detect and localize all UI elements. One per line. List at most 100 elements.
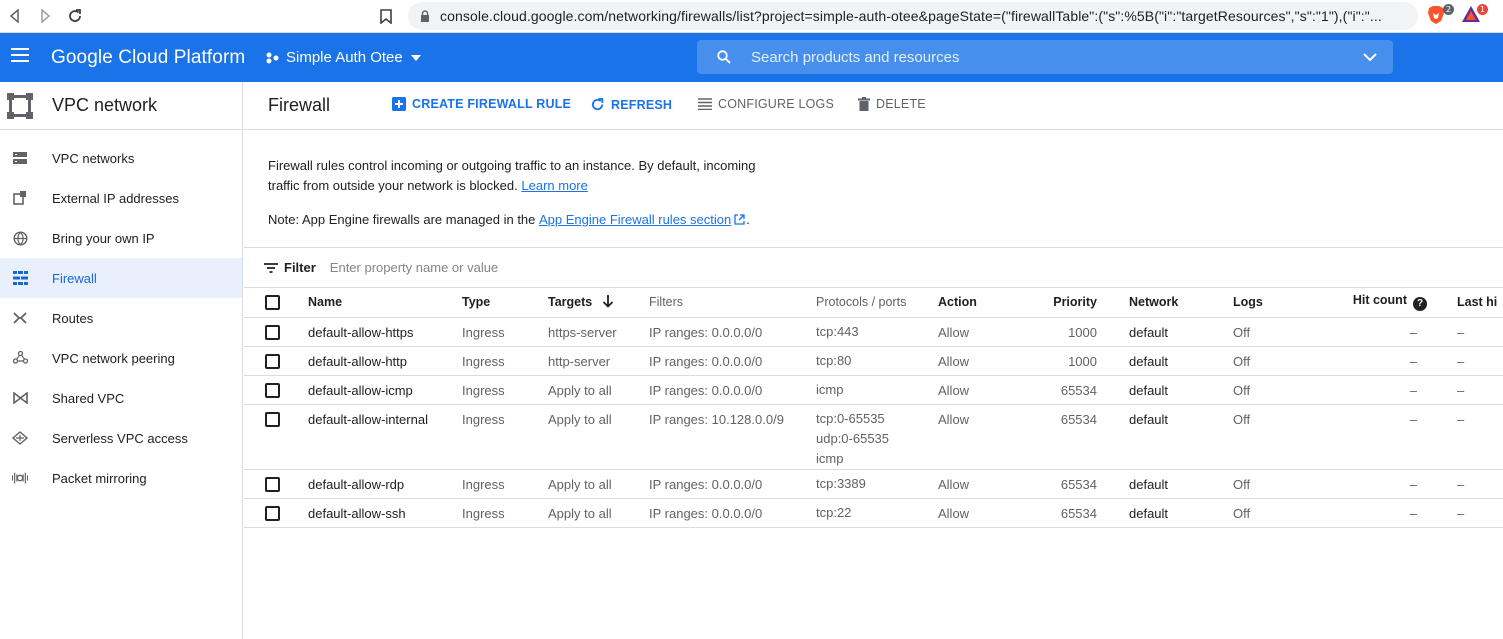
chevron-down-icon[interactable] (1363, 52, 1377, 62)
column-last-hit[interactable]: Last hi (1447, 288, 1503, 318)
sidebar-item-firewall[interactable]: Firewall (0, 258, 242, 298)
sidebar-item-routes[interactable]: Routes (0, 298, 242, 338)
brand-title[interactable]: Google Cloud Platform (51, 47, 245, 69)
address-bar[interactable]: console.cloud.google.com/networking/fire… (408, 2, 1418, 30)
column-logs[interactable]: Logs (1233, 288, 1337, 318)
table-row[interactable]: default-allow-http Ingress http-server I… (244, 346, 1503, 376)
filter-input[interactable]: Enter property name or value (330, 260, 498, 275)
row-checkbox[interactable] (265, 382, 280, 398)
shared-vpc-icon (12, 390, 28, 406)
sidebar-item-vpc-networks[interactable]: VPC networks (0, 138, 242, 178)
app-engine-note: Note: App Engine firewalls are managed i… (268, 212, 750, 227)
protocol-port: tcp:22 (816, 504, 852, 520)
rule-name[interactable]: default-allow-https (308, 317, 462, 347)
bookmark-button[interactable] (376, 6, 396, 26)
configure-logs-button[interactable]: CONFIGURE LOGS (698, 97, 834, 111)
column-type[interactable]: Type (462, 288, 548, 318)
rule-action: Allow (938, 469, 1012, 499)
brave-rewards-button[interactable]: 1 (1461, 4, 1488, 27)
table-row[interactable]: default-allow-ssh Ingress Apply to all I… (244, 498, 1503, 528)
column-name[interactable]: Name (308, 288, 462, 318)
column-filters[interactable]: Filters (649, 288, 816, 318)
search-input[interactable]: Search products and resources (751, 49, 1363, 66)
column-priority[interactable]: Priority (1012, 288, 1129, 318)
rule-hit-count: – (1337, 498, 1447, 528)
rule-name[interactable]: default-allow-icmp (308, 375, 462, 405)
rule-network[interactable]: default (1129, 498, 1233, 528)
row-checkbox[interactable] (265, 353, 280, 369)
table-row[interactable]: default-allow-internal Ingress Apply to … (244, 404, 1503, 470)
row-checkbox[interactable] (265, 324, 280, 340)
column-hit-count-label: Hit count (1352, 293, 1407, 308)
rule-network[interactable]: default (1129, 375, 1233, 405)
select-all-checkbox[interactable] (265, 294, 280, 310)
sidebar-item-packet-mirroring[interactable]: Packet mirroring (0, 458, 242, 498)
project-selector[interactable]: Simple Auth Otee (266, 49, 421, 66)
rule-logs: Off (1233, 498, 1337, 528)
sidebar-title: VPC network (52, 95, 158, 115)
sidebar-item-shared-vpc[interactable]: Shared VPC (0, 378, 242, 418)
rule-name[interactable]: default-allow-ssh (308, 498, 462, 528)
rule-priority: 65534 (1012, 375, 1129, 405)
column-action[interactable]: Action (938, 288, 1012, 318)
reload-button[interactable] (60, 1, 90, 31)
rule-network[interactable]: default (1129, 317, 1233, 347)
rule-name[interactable]: default-allow-internal (308, 404, 462, 470)
rule-type: Ingress (462, 404, 548, 470)
packet-mirroring-icon (12, 470, 28, 486)
rule-network[interactable]: default (1129, 346, 1233, 376)
note-suffix: . (746, 212, 750, 227)
menu-icon[interactable] (11, 48, 29, 66)
row-checkbox[interactable] (265, 476, 280, 492)
rule-logs: Off (1233, 469, 1337, 499)
rule-network[interactable]: default (1129, 404, 1233, 470)
configure-logs-label: CONFIGURE LOGS (718, 97, 835, 111)
column-network[interactable]: Network (1129, 288, 1233, 318)
rule-priority: 1000 (1012, 346, 1129, 376)
table-row[interactable]: default-allow-icmp Ingress Apply to all … (244, 375, 1503, 405)
protocol-port: tcp:80 (816, 352, 852, 368)
sidebar-item-label: Shared VPC (52, 390, 125, 406)
rule-network[interactable]: default (1129, 469, 1233, 499)
rule-action: Allow (938, 317, 1012, 347)
protocol-port: icmp (816, 381, 844, 397)
help-icon[interactable]: ? (1413, 297, 1427, 312)
search-bar[interactable]: Search products and resources (697, 40, 1393, 74)
rule-action: Allow (938, 498, 1012, 528)
add-box-icon (392, 97, 406, 111)
table-row[interactable]: default-allow-rdp Ingress Apply to all I… (244, 469, 1503, 499)
rewards-badge: 1 (1477, 4, 1488, 15)
protocol-port: icmp (816, 450, 844, 466)
sidebar-item-external-ip[interactable]: External IP addresses (0, 178, 242, 218)
create-firewall-rule-button[interactable]: CREATE FIREWALL RULE (392, 97, 571, 111)
learn-more-link[interactable]: Learn more (521, 178, 587, 193)
row-checkbox[interactable] (265, 505, 280, 521)
app-engine-firewall-link[interactable]: App Engine Firewall rules section (539, 212, 731, 227)
sidebar-item-peering[interactable]: VPC network peering (0, 338, 242, 378)
brave-shield-button[interactable]: 2 (1427, 4, 1454, 27)
delete-button[interactable]: DELETE (858, 97, 926, 111)
rule-priority: 65534 (1012, 404, 1129, 470)
column-targets[interactable]: Targets (548, 288, 649, 318)
row-checkbox[interactable] (265, 411, 280, 427)
refresh-button[interactable]: REFRESH (590, 97, 672, 112)
forward-button[interactable] (30, 1, 60, 31)
rule-name[interactable]: default-allow-http (308, 346, 462, 376)
table-row[interactable]: default-allow-https Ingress https-server… (244, 317, 1503, 347)
rule-protocols-ports: icmp (816, 375, 938, 405)
rule-targets: Apply to all (548, 498, 649, 528)
console-header: Google Cloud Platform Simple Auth Otee S… (0, 33, 1503, 82)
sidebar-item-byoip[interactable]: Bring your own IP (0, 218, 242, 258)
sidebar-item-serverless-vpc[interactable]: Serverless VPC access (0, 418, 242, 458)
rule-type: Ingress (462, 375, 548, 405)
filter-bar[interactable]: Filter Enter property name or value (244, 247, 1503, 288)
back-button[interactable] (0, 1, 30, 31)
rule-name[interactable]: default-allow-rdp (308, 469, 462, 499)
column-hit-count[interactable]: Hit count? (1337, 288, 1447, 318)
rule-targets: http-server (548, 346, 649, 376)
column-protocols-ports[interactable]: Protocols / ports (816, 288, 938, 318)
rule-hit-count: – (1337, 404, 1447, 470)
rule-type: Ingress (462, 317, 548, 347)
rule-logs: Off (1233, 346, 1337, 376)
rule-targets: Apply to all (548, 469, 649, 499)
